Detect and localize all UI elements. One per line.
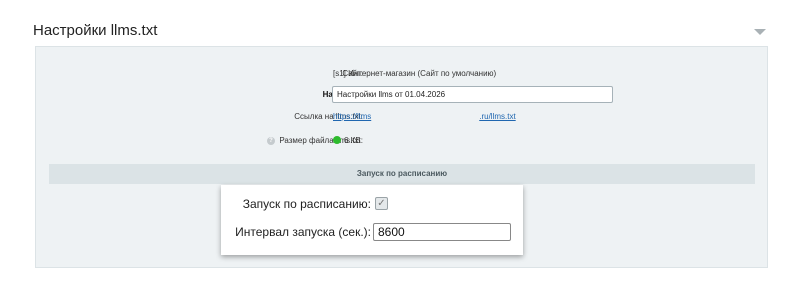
schedule-enabled-checkbox[interactable]: ✓ [375,197,388,210]
question-icon[interactable]: ? [267,137,275,145]
size-value: 6 КБ [333,131,361,151]
schedule-section-bar: Запуск по расписанию [49,164,755,184]
interval-label: Интервал запуска (сек.): [235,225,371,239]
llms-link-start[interactable]: https://llms [333,112,371,121]
link-row: Ссылка на llms.txt: https://llms .ru/llms… [36,107,769,127]
size-text: 6 КБ [344,136,361,145]
size-row: ? Размер файла llms.txt: 6 КБ [36,131,769,151]
schedule-enabled-label: Запуск по расписанию: [242,197,371,211]
llms-link-end[interactable]: .ru/llms.txt [479,112,515,121]
collapse-triangle-icon[interactable] [754,29,766,35]
name-row: Название: Настройки llms от 01.04.2026 [36,85,769,105]
name-input[interactable]: Настройки llms от 01.04.2026 [332,86,613,103]
settings-panel: Сайт: [s1] Интернет-магазин (Сайт по умо… [35,46,768,268]
interval-input[interactable]: 8600 [373,223,511,241]
site-row: Сайт: [s1] Интернет-магазин (Сайт по умо… [36,64,769,84]
schedule-box: Запуск по расписанию: ✓ Интервал запуска… [221,185,523,255]
link-value[interactable]: https://llms .ru/llms.txt [333,107,516,127]
section-title: Настройки llms.txt [33,22,158,39]
site-value: [s1] Интернет-магазин (Сайт по умолчанию… [333,69,497,78]
status-dot-icon [333,136,341,144]
